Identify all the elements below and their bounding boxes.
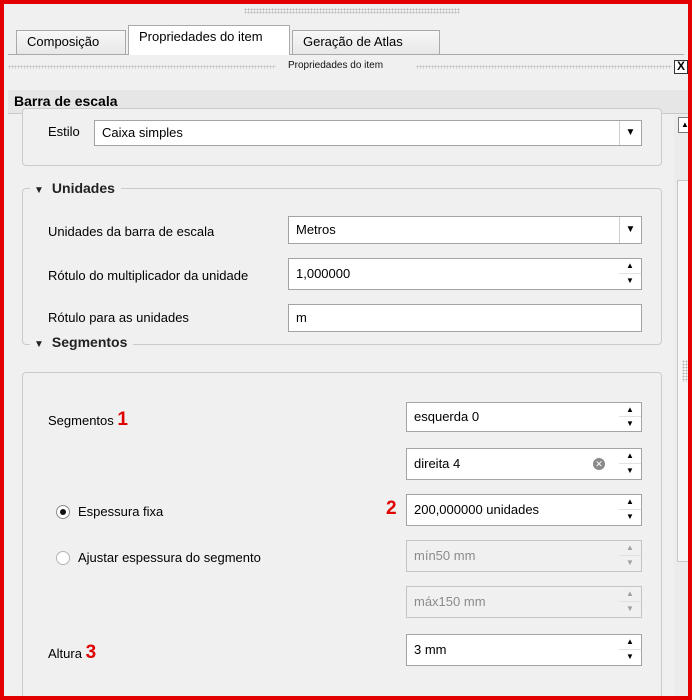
multiplicador-label: Rótulo do multiplicador da unidade [48, 268, 249, 283]
spin-down-icon[interactable]: ▼ [619, 510, 641, 525]
segmentos-esquerda-value: esquerda 0 [414, 409, 480, 424]
unidades-value: Metros [296, 222, 336, 237]
marker-2: 2 [386, 498, 397, 519]
scroll-grip [682, 360, 688, 382]
spin-up-icon[interactable]: ▲ [619, 449, 641, 464]
tab-propriedades-do-item[interactable]: Propriedades do item [128, 25, 290, 55]
segmentos-label: Segmentos 1 [48, 409, 128, 431]
tab-geracao-de-atlas[interactable]: Geração de Atlas [292, 30, 440, 54]
ajustar-espessura-label: Ajustar espessura do segmento [78, 550, 261, 565]
triangle-down-icon: ▼ [34, 339, 44, 350]
tab-label: Propriedades do item [139, 29, 263, 44]
segmentos-title-text: Segmentos [51, 334, 128, 350]
drag-grip[interactable] [244, 8, 460, 14]
spin-down-icon[interactable]: ▼ [619, 556, 641, 571]
spin-up-icon[interactable]: ▲ [619, 635, 641, 650]
espessura-max-spinbox[interactable]: máx150 mm ▲ ▼ [406, 586, 642, 618]
segmentos-esquerda-spinbox[interactable]: esquerda 0 ▲ ▼ [406, 402, 642, 432]
espessura-fixa-value: 200,000000 unidades [414, 502, 540, 517]
estilo-combo[interactable]: Caixa simples ▼ [94, 120, 642, 146]
rotulo-unidades-input[interactable]: m [288, 304, 642, 332]
rotulo-unidades-label: Rótulo para as unidades [48, 310, 189, 325]
dock-grip-left[interactable] [8, 65, 276, 69]
spin-up-icon[interactable]: ▲ [619, 495, 641, 510]
segmentos-title[interactable]: ▼ Segmentos [30, 334, 134, 350]
tab-composicao[interactable]: Composição [16, 30, 126, 54]
unidades-title-text: Unidades [51, 180, 115, 196]
espessura-min-value: mín50 mm [414, 548, 476, 563]
chevron-down-icon: ▼ [619, 217, 641, 243]
segmentos-direita-value: direita 4 [414, 456, 461, 471]
spin-down-icon[interactable]: ▼ [619, 417, 641, 431]
altura-spinbox[interactable]: 3 mm ▲ ▼ [406, 634, 642, 666]
spin-down-icon[interactable]: ▼ [619, 274, 641, 289]
dock-grip-right[interactable] [416, 65, 672, 69]
espessura-fixa-radio[interactable] [56, 505, 70, 519]
scroll-up-icon[interactable]: ▲ [678, 117, 688, 133]
triangle-down-icon: ▼ [34, 185, 44, 196]
clear-icon[interactable]: ✕ [593, 458, 605, 470]
spin-up-icon[interactable]: ▲ [619, 541, 641, 556]
segmentos-label-text: Segmentos [48, 413, 114, 428]
tab-label: Geração de Atlas [303, 34, 403, 49]
multiplicador-spinbox[interactable]: 1,000000 ▲ ▼ [288, 258, 642, 290]
unidades-combo[interactable]: Metros ▼ [288, 216, 642, 244]
estilo-label: Estilo [48, 124, 80, 139]
spin-up-icon[interactable]: ▲ [619, 259, 641, 274]
altura-label: Altura 3 [48, 642, 96, 664]
chevron-down-icon: ▼ [619, 121, 641, 145]
spin-down-icon[interactable]: ▼ [619, 602, 641, 617]
dock-header: Propriedades do item [8, 59, 684, 75]
tab-label: Composição [27, 34, 100, 49]
dock-title: Propriedades do item [288, 60, 384, 71]
espessura-max-value: máx150 mm [414, 594, 486, 609]
espessura-fixa-spinbox[interactable]: 200,000000 unidades ▲ ▼ [406, 494, 642, 526]
espessura-fixa-label: Espessura fixa [78, 504, 164, 519]
altura-label-text: Altura [48, 646, 82, 661]
marker-1: 1 [117, 409, 128, 430]
unidades-title[interactable]: ▼ Unidades [30, 180, 121, 196]
altura-value: 3 mm [414, 642, 447, 657]
marker-3: 3 [85, 642, 97, 663]
spin-down-icon[interactable]: ▼ [619, 464, 641, 479]
multiplicador-value: 1,000000 [296, 266, 351, 281]
ajustar-espessura-radio[interactable] [56, 551, 70, 565]
spin-up-icon[interactable]: ▲ [619, 403, 641, 417]
spin-up-icon[interactable]: ▲ [619, 587, 641, 602]
properties-panel: Composição Propriedades do item Geração … [0, 0, 692, 700]
close-icon[interactable]: X [674, 60, 688, 74]
unidades-barra-label: Unidades da barra de escala [48, 224, 215, 239]
tab-divider [8, 54, 684, 55]
espessura-min-spinbox[interactable]: mín50 mm ▲ ▼ [406, 540, 642, 572]
spin-down-icon[interactable]: ▼ [619, 650, 641, 665]
segmentos-direita-spinbox[interactable]: direita 4 ✕ ▲ ▼ [406, 448, 642, 480]
estilo-value: Caixa simples [102, 125, 183, 140]
